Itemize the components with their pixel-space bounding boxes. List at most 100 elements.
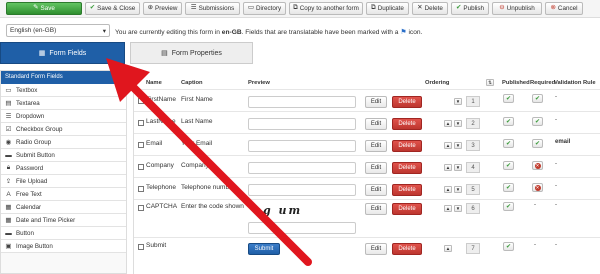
edit-button[interactable]: Edit <box>365 184 387 196</box>
preview-button[interactable]: ⊕ Preview <box>143 2 182 15</box>
delete-button[interactable]: ✕ Delete <box>412 2 448 15</box>
published-toggle[interactable]: ✔ <box>503 139 514 148</box>
move-up-icon[interactable]: ▲ <box>444 142 452 149</box>
edit-button[interactable]: Edit <box>365 96 387 108</box>
font-icon: A <box>6 190 11 198</box>
sidebar-item-dropdown[interactable]: ☰ Dropdown <box>1 110 126 123</box>
order-value[interactable]: 3 <box>466 140 480 151</box>
table-row: Telephone Telephone number Edit Delete ▲… <box>134 177 600 199</box>
sidebar-item-submit-button[interactable]: ▬ Submit Button <box>1 149 126 162</box>
move-down-icon[interactable]: ▼ <box>454 98 462 105</box>
language-select[interactable]: English (en-GB) ▾ <box>6 24 110 37</box>
delete-field-button[interactable]: Delete <box>392 140 422 152</box>
order-value[interactable]: 6 <box>466 203 480 214</box>
delete-field-button[interactable]: Delete <box>392 118 422 130</box>
order-value[interactable]: 5 <box>466 184 480 195</box>
dropdown-icon: ☰ <box>5 113 12 120</box>
preview-submit-button[interactable]: Submit <box>248 243 280 255</box>
published-toggle[interactable]: ✔ <box>503 161 514 170</box>
sidebar-item-password[interactable]: 🔒︎ Password <box>1 162 126 175</box>
move-down-icon[interactable]: ▼ <box>454 186 462 193</box>
publish-button[interactable]: ✔ Publish <box>451 2 489 15</box>
preview-input[interactable] <box>248 162 356 174</box>
cancel-button[interactable]: ⊗ Cancel <box>545 2 583 15</box>
sidebar-item-free-text[interactable]: A Free Text <box>1 188 126 201</box>
sidebar-item-date-time-picker[interactable]: ▦ Date and Time Picker <box>1 214 126 227</box>
sidebar-item-file-upload[interactable]: ⇪ File Upload <box>1 175 126 188</box>
row-checkbox[interactable] <box>138 98 144 104</box>
preview-input[interactable] <box>248 96 356 108</box>
required-toggle[interactable]: ✔ <box>532 139 543 148</box>
move-up-icon[interactable]: ▲ <box>444 120 452 127</box>
order-value[interactable]: 1 <box>466 96 480 107</box>
move-up-icon[interactable]: ▲ <box>444 186 452 193</box>
sidebar-item-checkbox-group[interactable]: ☑ Checkbox Group <box>1 123 126 136</box>
move-up-icon[interactable]: ▲ <box>444 245 452 252</box>
published-toggle[interactable]: ✔ <box>503 202 514 211</box>
tab-form-fields[interactable]: ▦ Form Fields <box>0 42 125 64</box>
required-toggle[interactable]: ✔ <box>532 94 543 103</box>
move-down-icon[interactable]: ▼ <box>454 205 462 212</box>
copy-to-form-button[interactable]: ⧉ Copy to another form <box>289 2 363 15</box>
duplicate-button[interactable]: ⧉ Duplicate <box>366 2 409 15</box>
published-toggle[interactable]: ✔ <box>503 242 514 251</box>
sidebar-item-image-button[interactable]: ▣ Image Button <box>1 240 126 253</box>
unpublish-button[interactable]: ⊖ Unpublish <box>492 2 542 15</box>
edit-button[interactable]: Edit <box>365 203 387 215</box>
order-value[interactable]: 7 <box>466 243 480 254</box>
sidebar-item-textarea[interactable]: ▤ Textarea <box>1 97 126 110</box>
required-toggle[interactable]: ✕ <box>532 183 543 192</box>
header-caption: Caption <box>181 80 203 86</box>
move-up-icon[interactable]: ▲ <box>444 205 452 212</box>
save-close-button[interactable]: ✔ Save & Close <box>85 2 140 15</box>
document-icon: ▤ <box>161 50 168 57</box>
published-toggle[interactable]: ✔ <box>503 183 514 192</box>
move-down-icon[interactable]: ▼ <box>454 164 462 171</box>
save-button[interactable]: ✎ Save <box>6 2 82 15</box>
edit-button[interactable]: Edit <box>365 118 387 130</box>
move-down-icon[interactable]: ▼ <box>454 142 462 149</box>
delete-field-button[interactable]: Delete <box>392 184 422 196</box>
published-toggle[interactable]: ✔ <box>503 117 514 126</box>
submissions-button[interactable]: ☰ Submissions <box>185 2 240 15</box>
copy-icon: ⧉ <box>293 4 298 12</box>
edit-button[interactable]: Edit <box>365 162 387 174</box>
minus-circle-icon: ⊖ <box>499 4 505 12</box>
order-value[interactable]: 2 <box>466 118 480 129</box>
sidebar-item-button[interactable]: ▬ Button <box>1 227 126 240</box>
delete-field-button[interactable]: Delete <box>392 96 422 108</box>
header-ordering[interactable]: Ordering <box>425 80 449 86</box>
preview-input[interactable] <box>248 140 356 152</box>
tab-form-properties[interactable]: ▤ Form Properties <box>130 42 253 64</box>
required-toggle[interactable]: ✔ <box>532 117 543 126</box>
move-down-icon[interactable]: ▼ <box>454 120 462 127</box>
delete-field-button[interactable]: Delete <box>392 162 422 174</box>
directory-button[interactable]: ▭ Directory <box>243 2 286 15</box>
delete-field-button[interactable]: Delete <box>392 203 422 215</box>
sidebar-item-textbox[interactable]: ▭ Textbox <box>1 84 126 97</box>
row-checkbox[interactable] <box>138 186 144 192</box>
published-toggle[interactable]: ✔ <box>503 94 514 103</box>
required-toggle[interactable]: ✕ <box>532 161 543 170</box>
captcha-input[interactable] <box>248 222 356 234</box>
preview-input[interactable] <box>248 118 356 130</box>
row-checkbox[interactable] <box>138 120 144 126</box>
row-checkbox[interactable] <box>138 205 144 211</box>
field-caption: Your Email <box>181 140 213 147</box>
move-up-icon[interactable]: ▲ <box>444 164 452 171</box>
preview-input[interactable] <box>248 184 356 196</box>
sidebar-item-calendar[interactable]: ▦ Calendar <box>1 201 126 214</box>
field-name: LastName <box>146 118 176 125</box>
row-checkbox[interactable] <box>138 142 144 148</box>
sidebar-item-radio-group[interactable]: ◉ Radio Group <box>1 136 126 149</box>
check-icon: ✔ <box>505 141 512 147</box>
order-value[interactable]: 4 <box>466 162 480 173</box>
row-checkbox[interactable] <box>138 244 144 250</box>
edit-button[interactable]: Edit <box>365 140 387 152</box>
delete-field-button[interactable]: Delete <box>392 243 422 255</box>
required-value: - <box>534 202 536 208</box>
table-row: Submit Submit Edit Delete ▲ 7 ✔ - - <box>134 237 600 259</box>
edit-button[interactable]: Edit <box>365 243 387 255</box>
row-checkbox[interactable] <box>138 164 144 170</box>
sort-order-icon[interactable]: ⇅ <box>486 79 494 86</box>
